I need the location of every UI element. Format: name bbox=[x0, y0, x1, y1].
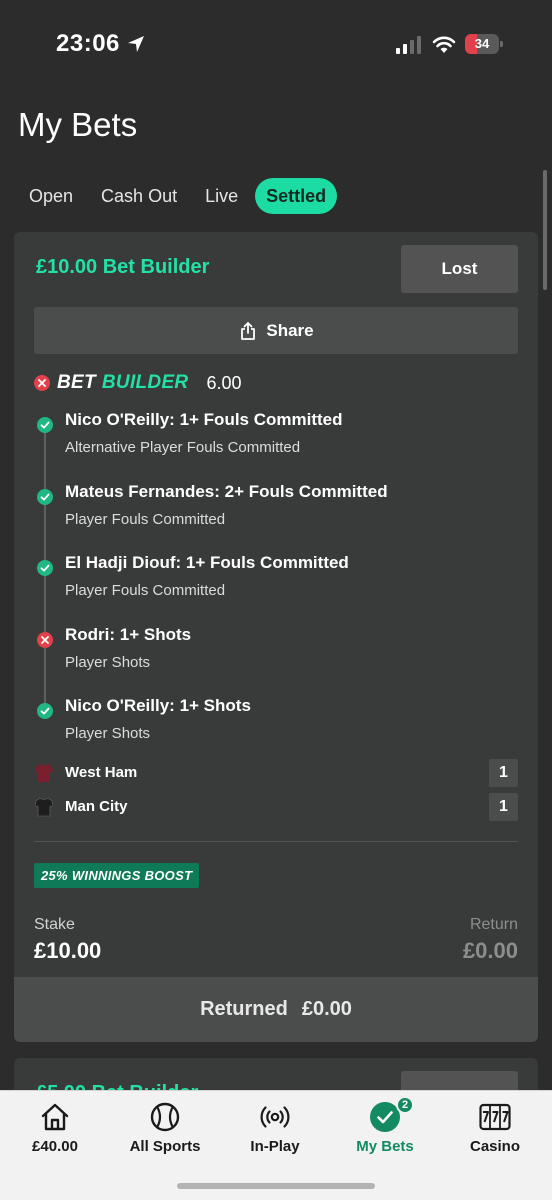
battery-icon: 34 bbox=[465, 34, 503, 54]
leg-market: Player Fouls Committed bbox=[65, 582, 226, 599]
location-arrow-icon bbox=[128, 36, 144, 52]
bet-leg: Mateus Fernandes: 2+ Fouls Committed Pla… bbox=[14, 482, 538, 532]
leg-selection: Mateus Fernandes: 2+ Fouls Committed bbox=[65, 482, 388, 501]
return-label: Return bbox=[469, 916, 518, 933]
leg-won-icon bbox=[37, 489, 53, 505]
nav-label: All Sports bbox=[129, 1138, 201, 1155]
winnings-boost-badge: 25% WINNINGS BOOST bbox=[34, 863, 200, 888]
nav-label: My Bets bbox=[356, 1138, 414, 1155]
leg-won-icon bbox=[37, 417, 53, 433]
team-shirt-icon bbox=[35, 764, 53, 782]
nav-label: £40.00 bbox=[32, 1138, 78, 1155]
nav-label: In-Play bbox=[250, 1138, 300, 1155]
stake-value: £10.00 bbox=[34, 938, 102, 963]
team-row-man-city: Man City 1 bbox=[14, 793, 538, 821]
leg-selection: Nico O'Reilly: 1+ Shots bbox=[65, 696, 251, 715]
my-bets-count-badge: 2 bbox=[396, 1096, 414, 1114]
tab-cash-out[interactable]: Cash Out bbox=[90, 178, 188, 214]
team-name: Man City bbox=[65, 798, 128, 815]
bet-leg: El Hadji Diouf: 1+ Fouls Committed Playe… bbox=[14, 553, 538, 603]
team-score: 1 bbox=[489, 759, 518, 787]
leg-won-icon bbox=[37, 560, 53, 576]
tab-settled[interactable]: Settled bbox=[255, 178, 338, 214]
share-label: Share bbox=[266, 320, 314, 340]
team-shirt-icon bbox=[34, 797, 54, 817]
returned-value: £0.00 bbox=[301, 998, 352, 1020]
team-row-west-ham: West Ham 1 bbox=[14, 759, 538, 787]
tab-live[interactable]: Live bbox=[194, 178, 249, 214]
page-title: My Bets bbox=[18, 106, 138, 143]
divider bbox=[34, 841, 518, 842]
bet-leg: Nico O'Reilly: 1+ Shots Player Shots bbox=[14, 696, 538, 746]
bet-leg: Rodri: 1+ Shots Player Shots bbox=[14, 625, 538, 675]
slot-machine-icon bbox=[479, 1103, 511, 1131]
team-score: 1 bbox=[489, 793, 518, 821]
nav-balance[interactable]: £40.00 bbox=[0, 1091, 110, 1161]
battery-percentage: 34 bbox=[474, 36, 490, 51]
share-icon bbox=[241, 321, 256, 340]
return-value: £0.00 bbox=[462, 938, 518, 963]
home-indicator[interactable] bbox=[177, 1183, 375, 1189]
leg-market: Player Shots bbox=[65, 654, 151, 671]
status-time: 23:06 bbox=[56, 30, 120, 57]
wifi-icon bbox=[432, 36, 456, 53]
home-icon bbox=[41, 1103, 69, 1131]
leg-selection: Rodri: 1+ Shots bbox=[65, 625, 192, 644]
broadcast-icon bbox=[260, 1106, 290, 1128]
bet-card[interactable]: £10.00 Bet Builder Lost Share BET BUILDER… bbox=[14, 232, 538, 1042]
leg-market: Player Shots bbox=[65, 725, 151, 742]
share-button[interactable]: Share bbox=[34, 307, 518, 354]
returned-label: Returned bbox=[200, 998, 288, 1020]
nav-casino[interactable]: Casino bbox=[440, 1091, 550, 1161]
returned-summary: Returned £0.00 bbox=[14, 977, 538, 1042]
bet-builder-logo: BET BUILDER bbox=[57, 372, 189, 393]
tennis-ball-icon bbox=[150, 1102, 180, 1132]
bet-status-lost: Lost bbox=[401, 245, 518, 293]
cellular-signal-icon bbox=[396, 36, 421, 54]
bet-title: £10.00 Bet Builder bbox=[36, 256, 210, 278]
nav-all-sports[interactable]: All Sports bbox=[110, 1091, 220, 1161]
leg-won-icon bbox=[37, 703, 53, 719]
leg-market: Player Fouls Committed bbox=[65, 511, 226, 528]
leg-lost-icon bbox=[37, 632, 53, 648]
bet-odds: 6.00 bbox=[206, 372, 242, 393]
leg-selection: Nico O'Reilly: 1+ Fouls Committed bbox=[65, 410, 343, 429]
stake-label: Stake bbox=[34, 916, 75, 933]
bet-builder-header: BET BUILDER 6.00 bbox=[34, 372, 242, 394]
nav-in-play[interactable]: In-Play bbox=[220, 1091, 330, 1161]
nav-label: Casino bbox=[469, 1138, 520, 1155]
leg-market: Alternative Player Fouls Committed bbox=[65, 439, 301, 456]
status-bar: 23:06 34 bbox=[0, 0, 552, 90]
leg-selection: El Hadji Diouf: 1+ Fouls Committed bbox=[65, 553, 349, 572]
scrollbar[interactable] bbox=[543, 170, 547, 290]
tab-open[interactable]: Open bbox=[18, 178, 84, 214]
team-name: West Ham bbox=[65, 764, 138, 781]
nav-my-bets[interactable]: 2 My Bets bbox=[330, 1091, 440, 1161]
bet-lost-icon bbox=[34, 375, 50, 391]
bet-leg: Nico O'Reilly: 1+ Fouls Committed Altern… bbox=[14, 410, 538, 460]
bet-filter-tabs: Open Cash Out Live Settled bbox=[18, 178, 338, 214]
